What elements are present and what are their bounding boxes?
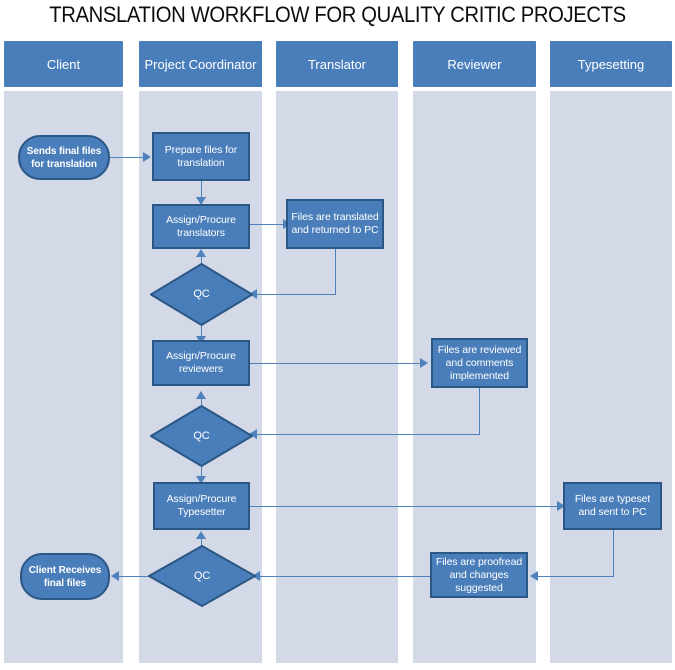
node-label: Assign/Procure reviewers xyxy=(166,350,236,375)
connector-files-translated-down xyxy=(335,249,336,294)
lane-header-project-coordinator[interactable]: Project Coordinator xyxy=(139,41,262,87)
node-label: Sends final files for translation xyxy=(26,145,102,170)
node-files-are-typeset[interactable]: Files are typeset and sent to PC xyxy=(563,482,662,530)
lane-header-client-label: Client xyxy=(46,56,81,72)
workflow-diagram-canvas: TRANSLATION WORKFLOW FOR QUALITY CRITIC … xyxy=(0,0,675,670)
lane-header-client[interactable]: Client xyxy=(4,41,123,87)
arrowhead-prepare-files xyxy=(143,152,151,162)
node-label: Assign/Procure Typesetter xyxy=(166,493,237,518)
connector-assign-typesetter-to-files-typeset xyxy=(250,506,560,507)
node-files-are-proofread[interactable]: Files are proofread and changes suggeste… xyxy=(430,552,528,598)
node-label: Assign/Procure translators xyxy=(166,213,236,239)
node-label: Files are proofread and changes suggeste… xyxy=(435,555,523,594)
connector-files-reviewed-to-qc2 xyxy=(255,434,480,435)
node-label: Files are typeset and sent to PC xyxy=(574,493,651,518)
node-client-receives-final-files[interactable]: Client Receives final files xyxy=(20,553,110,600)
arrowhead-assign-reviewers-loop xyxy=(196,391,206,399)
node-qc-after-review[interactable]: QC xyxy=(150,405,253,467)
node-label: QC xyxy=(193,288,210,300)
lane-header-project-coordinator-label: Project Coordinator xyxy=(144,56,257,72)
lane-header-reviewer[interactable]: Reviewer xyxy=(413,41,536,87)
connector-files-typeset-to-files-proofread xyxy=(536,576,614,577)
connector-files-reviewed-down xyxy=(479,388,480,434)
arrowhead-client-receive xyxy=(111,571,119,581)
connector-client-send-to-prepare xyxy=(110,157,145,158)
page-title: TRANSLATION WORKFLOW FOR QUALITY CRITIC … xyxy=(49,2,626,27)
connector-files-proofread-to-qc3 xyxy=(258,576,431,577)
node-label: Files are reviewed and comments implemen… xyxy=(437,343,522,382)
connector-assign-translators-to-files-translated xyxy=(250,224,286,225)
node-label: QC xyxy=(193,569,211,582)
lane-header-typesetting[interactable]: Typesetting xyxy=(550,41,672,87)
node-label: Client Receives final files xyxy=(28,564,102,589)
node-files-are-translated[interactable]: Files are translated and returned to PC xyxy=(286,199,384,249)
node-prepare-files-for-translation[interactable]: Prepare files for translation xyxy=(152,132,250,181)
node-label: Files are translated and returned to PC xyxy=(291,211,379,236)
lane-header-reviewer-label: Reviewer xyxy=(447,56,502,72)
connector-files-translated-to-qc1 xyxy=(255,294,336,295)
connector-files-typeset-down xyxy=(613,530,614,576)
arrowhead-files-reviewed xyxy=(420,358,428,368)
node-label: QC xyxy=(193,429,210,442)
arrowhead-assign-translators-loop xyxy=(196,249,206,257)
lane-body-typesetting xyxy=(550,91,672,663)
lane-header-translator[interactable]: Translator xyxy=(276,41,398,87)
arrowhead-files-proofread xyxy=(530,571,538,581)
arrowhead-assign-typesetter-loop xyxy=(196,531,206,539)
node-assign-procure-reviewers[interactable]: Assign/Procure reviewers xyxy=(152,340,250,386)
connector-assign-reviewers-to-files-reviewed xyxy=(250,363,423,364)
node-assign-procure-typesetter[interactable]: Assign/Procure Typesetter xyxy=(153,482,250,530)
node-assign-procure-translators[interactable]: Assign/Procure translators xyxy=(152,204,250,249)
node-client-sends-final-files[interactable]: Sends final files for translation xyxy=(18,135,110,180)
node-qc-after-typesetting[interactable]: QC xyxy=(148,545,256,607)
node-files-are-reviewed[interactable]: Files are reviewed and comments implemen… xyxy=(431,338,528,388)
lane-body-translator xyxy=(276,91,398,663)
lane-header-translator-label: Translator xyxy=(307,56,367,72)
node-qc-after-translation[interactable]: QC xyxy=(150,263,253,326)
node-label: Prepare files for translation xyxy=(164,143,238,169)
connector-qc3-to-client-receive xyxy=(117,576,149,577)
lane-header-typesetting-label: Typesetting xyxy=(577,56,645,72)
